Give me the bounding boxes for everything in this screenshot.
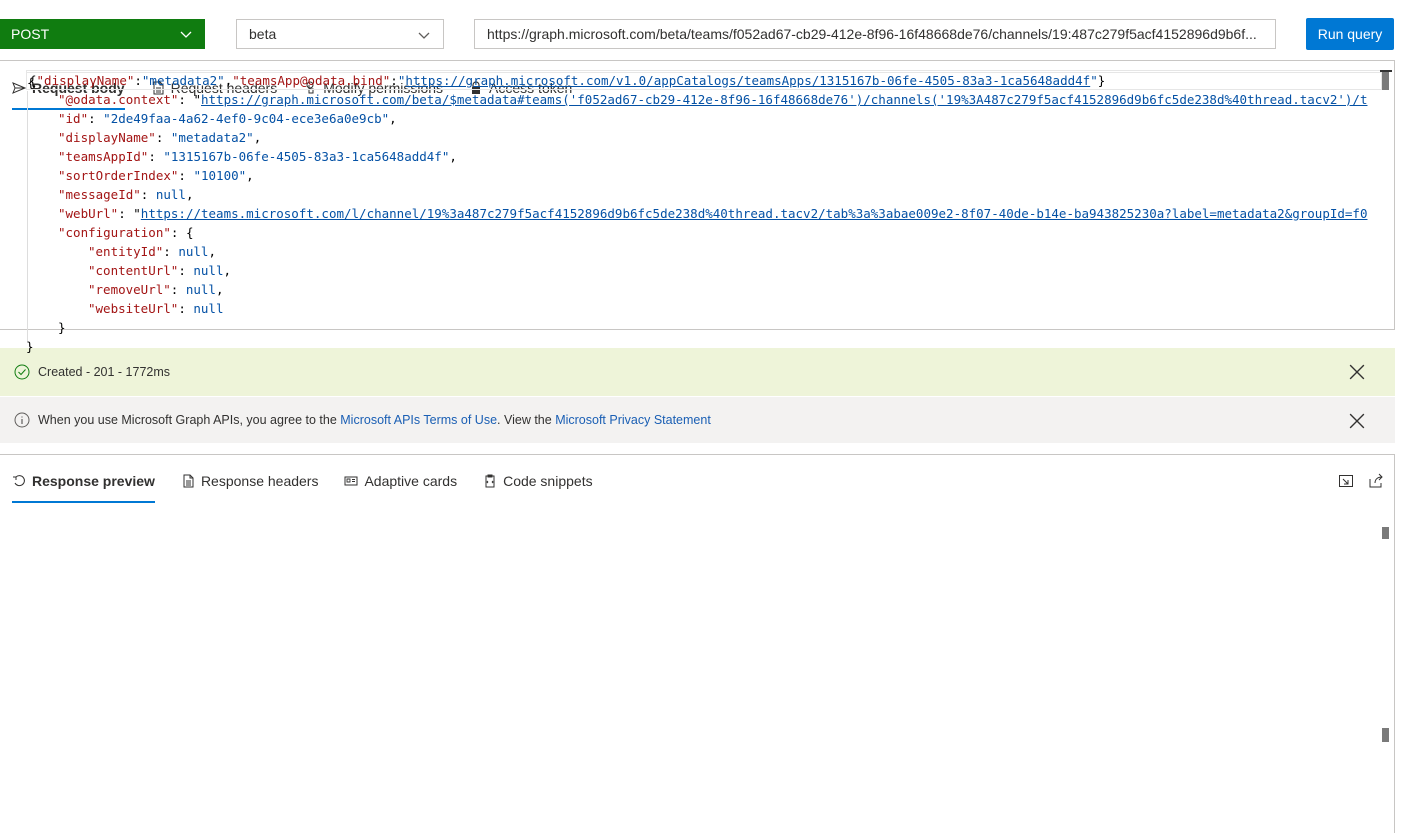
tab-response-preview[interactable]: Response preview <box>12 459 155 503</box>
info-text: When you use Microsoft Graph APIs, you a… <box>38 413 337 427</box>
code-line: "messageId": null, <box>58 187 194 202</box>
response-scrollbar-top[interactable] <box>1382 527 1389 539</box>
tab-response-headers[interactable]: Response headers <box>181 459 319 503</box>
code-line: "websiteUrl": null <box>88 301 224 316</box>
code-line: } <box>26 339 34 354</box>
expand-icon[interactable] <box>1338 473 1354 489</box>
share-icon[interactable] <box>1368 473 1384 489</box>
code-line: "contentUrl": null, <box>88 263 232 278</box>
version-dropdown[interactable]: beta <box>236 19 444 49</box>
tab-adaptive-cards[interactable]: Adaptive cards <box>344 459 457 503</box>
tab-label: Adaptive cards <box>364 473 458 489</box>
check-circle-icon <box>14 364 30 380</box>
close-icon[interactable] <box>1349 364 1365 380</box>
indent-guide <box>27 91 28 341</box>
code-line: "teamsAppId": "1315167b-06fe-4505-83a3-1… <box>58 149 457 164</box>
code-line: } <box>58 320 66 335</box>
status-text: Created - 201 - 1772ms <box>38 365 171 379</box>
code-line: "entityId": null, <box>88 244 216 259</box>
version-label: beta <box>249 26 277 42</box>
code-line: { <box>26 72 1382 90</box>
tab-label: Response headers <box>200 473 319 489</box>
response-tabs: Response preview Response headers Adapti… <box>12 459 619 503</box>
url-input[interactable]: https://graph.microsoft.com/beta/teams/f… <box>474 19 1276 49</box>
tab-label: Code snippets <box>503 473 593 489</box>
code-line: "webUrl": "https://teams.microsoft.com/l… <box>58 206 1368 221</box>
info-icon <box>14 412 30 428</box>
run-query-button[interactable]: Run query <box>1306 18 1394 50</box>
terms-link[interactable]: Microsoft APIs Terms of Use <box>340 413 497 427</box>
method-label: POST <box>11 26 50 42</box>
tab-code-snippets[interactable]: Code snippets <box>483 459 593 503</box>
card-icon <box>344 476 358 486</box>
web-url-link[interactable]: https://teams.microsoft.com/l/channel/19… <box>141 206 1368 221</box>
code-line: "id": "2de49faa-4a62-4ef0-9c04-ece3e6a0e… <box>58 111 397 126</box>
code-line: "displayName": "metadata2", <box>58 130 262 145</box>
method-dropdown[interactable]: POST <box>0 19 205 49</box>
tab-label: Response preview <box>32 473 155 489</box>
response-scrollbar-thumb[interactable] <box>1382 728 1389 742</box>
odata-context-link[interactable]: https://graph.microsoft.com/beta/$metada… <box>201 92 1367 107</box>
close-icon[interactable] <box>1349 413 1365 429</box>
code-line: "sortOrderIndex": "10100", <box>58 168 254 183</box>
url-text: https://graph.microsoft.com/beta/teams/f… <box>487 26 1257 42</box>
undo-icon <box>13 475 25 487</box>
send-icon <box>12 82 26 94</box>
code-line: "removeUrl": null, <box>88 282 224 297</box>
clipboard-icon <box>485 474 495 488</box>
response-pane: Response preview Response headers Adapti… <box>0 454 1395 833</box>
document-icon <box>183 474 194 488</box>
response-body[interactable]: { "@odata.context": "https://graph.micro… <box>26 72 1395 362</box>
code-line: "configuration": { <box>58 225 194 240</box>
privacy-link[interactable]: Microsoft Privacy Statement <box>555 413 711 427</box>
chevron-down-icon <box>180 31 192 38</box>
info-bar: When you use Microsoft Graph APIs, you a… <box>0 397 1395 443</box>
chevron-down-icon <box>418 32 430 39</box>
code-line: "@odata.context": "https://graph.microso… <box>58 92 1368 107</box>
